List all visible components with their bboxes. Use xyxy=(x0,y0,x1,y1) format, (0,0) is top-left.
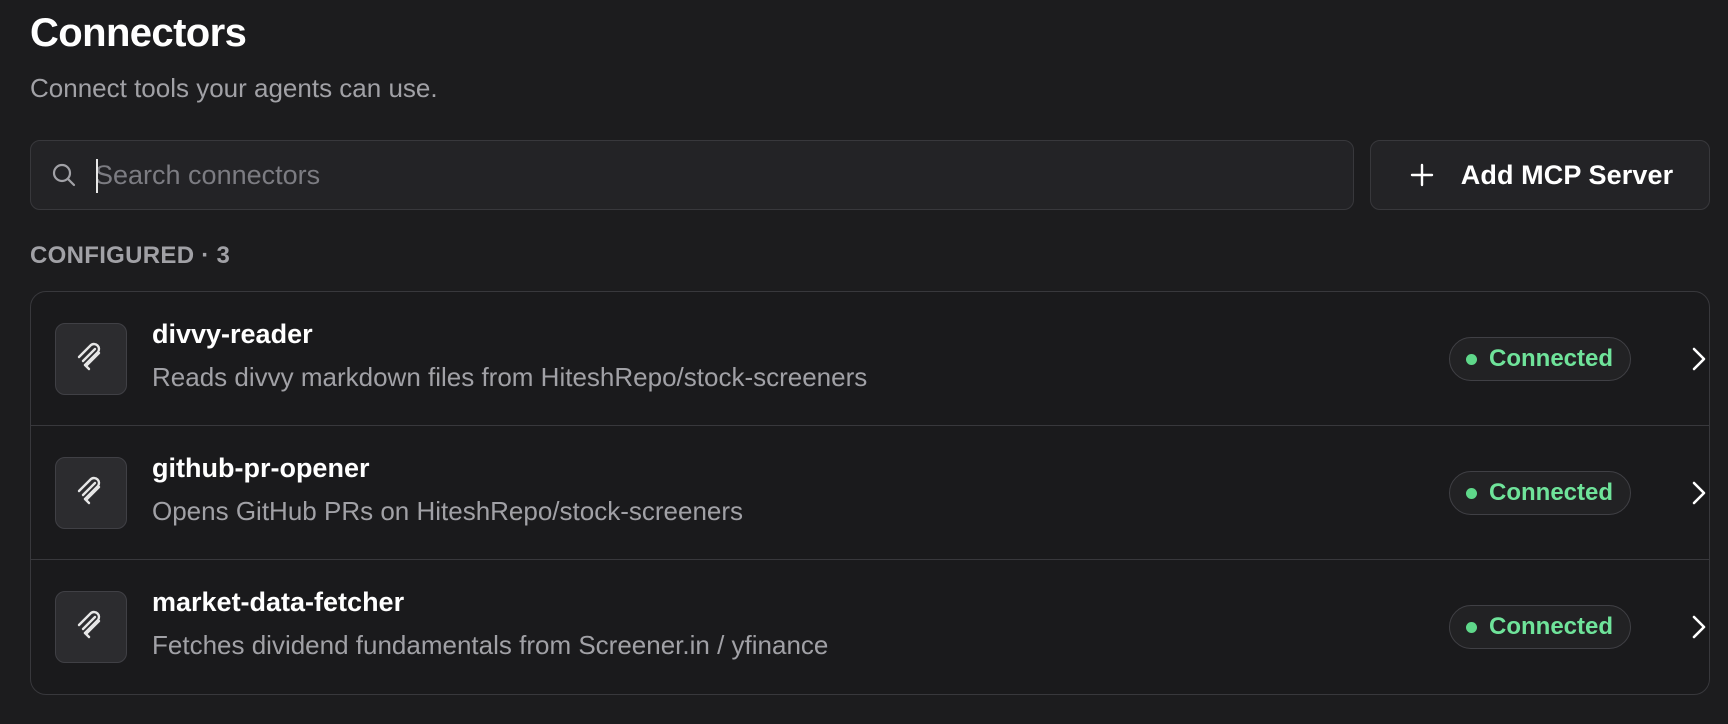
connector-row-github-pr-opener[interactable]: github-pr-opener Opens GitHub PRs on Hit… xyxy=(31,426,1709,560)
status-text: Connected xyxy=(1489,345,1614,372)
connector-name: divvy-reader xyxy=(152,319,313,349)
chevron-right-icon[interactable] xyxy=(1686,478,1709,508)
paperclip-icon xyxy=(71,605,111,650)
connector-icon-box xyxy=(55,457,127,529)
status-text: Connected xyxy=(1489,613,1614,640)
connector-description: Fetches dividend fundamentals from Scree… xyxy=(152,630,829,660)
connector-name: market-data-fetcher xyxy=(152,587,405,617)
status-dot xyxy=(1466,353,1477,365)
connector-description: Opens GitHub PRs on HiteshRepo/stock-scr… xyxy=(152,496,744,526)
connector-row-market-data-fetcher[interactable]: market-data-fetcher Fetches dividend fun… xyxy=(31,560,1709,694)
paperclip-icon xyxy=(71,471,111,516)
status-text: Connected xyxy=(1489,479,1614,506)
connector-icon-box xyxy=(55,591,127,663)
plus-icon xyxy=(1407,160,1437,190)
status-dot xyxy=(1466,487,1477,499)
paperclip-icon xyxy=(71,337,111,382)
search-box[interactable] xyxy=(30,140,1354,210)
connector-icon-box xyxy=(55,323,127,395)
connector-list: divvy-reader Reads divvy markdown files … xyxy=(30,291,1710,695)
connector-description: Reads divvy markdown files from HiteshRe… xyxy=(152,362,868,392)
connectors-page: Connectors Connect tools your agents can… xyxy=(0,0,1728,724)
add-mcp-server-button[interactable]: Add MCP Server xyxy=(1370,140,1710,210)
text-caret xyxy=(96,159,98,193)
status-badge: Connected xyxy=(1449,605,1632,649)
section-label-configured: CONFIGURED · 3 xyxy=(30,242,231,269)
search-input[interactable] xyxy=(79,141,1353,209)
status-badge: Connected xyxy=(1449,337,1632,381)
connector-row-divvy-reader[interactable]: divvy-reader Reads divvy markdown files … xyxy=(31,292,1709,426)
status-badge: Connected xyxy=(1449,471,1632,515)
status-dot xyxy=(1466,621,1477,633)
page-title: Connectors xyxy=(30,11,247,55)
connector-name: github-pr-opener xyxy=(152,453,370,483)
page-subtitle: Connect tools your agents can use. xyxy=(30,73,438,103)
add-mcp-server-label: Add MCP Server xyxy=(1460,159,1674,190)
search-icon xyxy=(49,160,79,190)
chevron-right-icon[interactable] xyxy=(1686,612,1709,642)
chevron-right-icon[interactable] xyxy=(1686,344,1709,374)
